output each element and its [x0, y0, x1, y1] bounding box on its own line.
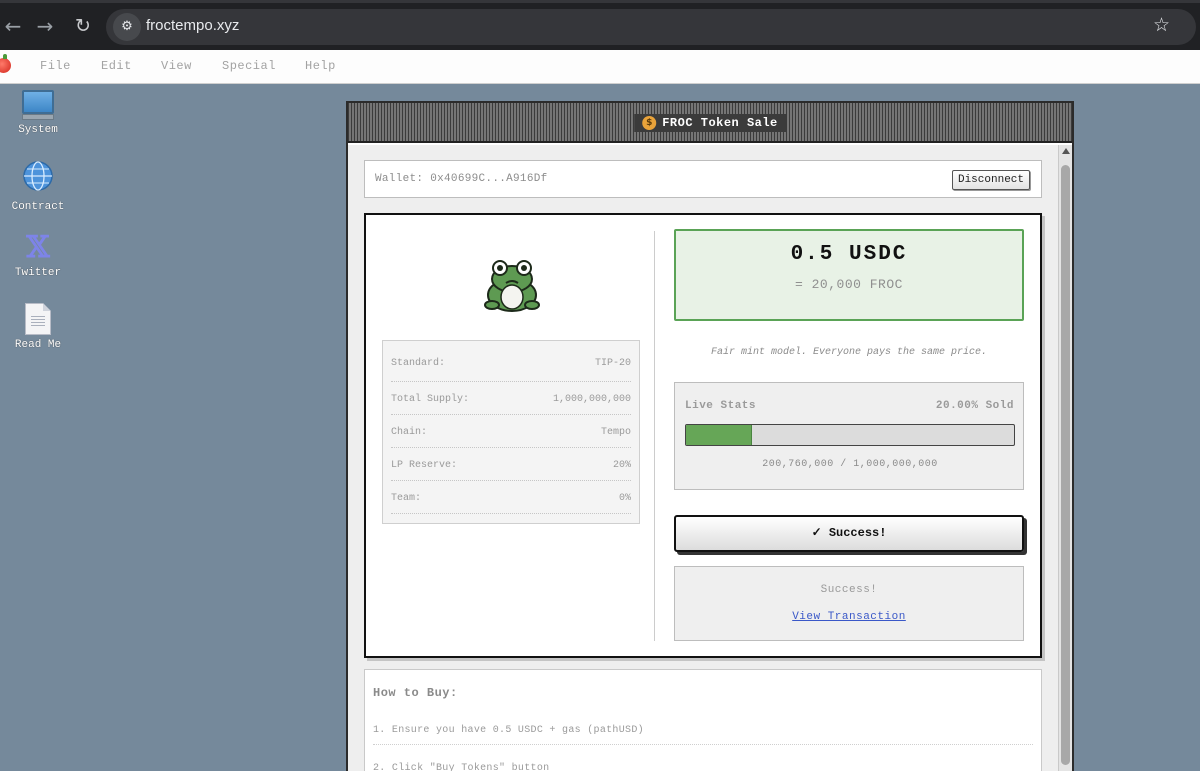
sale-progress-bar	[685, 424, 1015, 446]
spec-value: 20%	[612, 460, 631, 471]
view-transaction-link[interactable]: View Transaction	[792, 611, 906, 623]
browser-toolbar: ← → ↻ ⚙ froctempo.xyz ☆	[0, 0, 1200, 50]
live-stats: Live Stats 20.00% Sold 200,760,000 / 1,0…	[674, 382, 1024, 490]
globe-icon	[23, 161, 53, 191]
window-title: $ FROC Token Sale	[634, 114, 786, 132]
scrollbar-thumb[interactable]	[1061, 165, 1070, 765]
back-arrow-icon[interactable]: ←	[0, 13, 26, 39]
menu-bar: File Edit View Special Help	[0, 50, 1200, 84]
desktop-icon-twitter[interactable]: 𝕏 Twitter	[0, 230, 76, 280]
sold-percentage: 20.00% Sold	[935, 400, 1014, 412]
x-logo-icon: 𝕏	[26, 230, 50, 265]
wallet-bar: Wallet: 0x40699C...A916Df Disconnect	[364, 160, 1042, 198]
bookmark-star-icon[interactable]: ☆	[1153, 14, 1170, 36]
menu-edit[interactable]: Edit	[101, 59, 132, 73]
spec-key: Chain:	[391, 427, 428, 438]
menu-view[interactable]: View	[161, 59, 192, 73]
spec-key: Team:	[391, 493, 422, 504]
money-bag-icon: $	[642, 116, 657, 130]
spec-row: Team: 0%	[391, 481, 631, 514]
how-to-buy-title: How to Buy:	[373, 686, 458, 700]
desktop-icon-label: Contract	[11, 201, 65, 213]
disconnect-button[interactable]: Disconnect	[952, 170, 1030, 190]
frog-mascot-icon	[484, 260, 540, 312]
desktop-icon-label: Twitter	[14, 267, 62, 279]
address-bar[interactable]: ⚙ froctempo.xyz ☆	[106, 9, 1196, 45]
transaction-result: Success! View Transaction	[674, 566, 1024, 641]
buy-success-button[interactable]: ✓ Success!	[674, 515, 1024, 552]
result-message: Success!	[820, 584, 878, 596]
spec-value: 1,000,000,000	[552, 394, 631, 405]
price-conversion: = 20,000 FROC	[795, 277, 903, 292]
price-display: 0.5 USDC = 20,000 FROC	[674, 229, 1024, 321]
how-to-buy-step: 1. Ensure you have 0.5 USDC + gas (pathU…	[373, 725, 1033, 745]
url-text[interactable]: froctempo.xyz	[146, 17, 239, 34]
menu-special[interactable]: Special	[222, 59, 276, 73]
spec-row: Chain: Tempo	[391, 415, 631, 448]
apple-menu-icon[interactable]	[0, 54, 11, 73]
desktop-icon-contract[interactable]: Contract	[0, 160, 76, 213]
wallet-address: Wallet: 0x40699C...A916Df	[375, 173, 548, 185]
spec-key: Standard:	[391, 358, 446, 369]
reload-icon[interactable]: ↻	[70, 13, 96, 39]
panel-divider	[654, 231, 655, 641]
tokens-sold-count: 200,760,000 / 1,000,000,000	[762, 459, 938, 470]
menu-help[interactable]: Help	[305, 59, 336, 73]
monitor-icon	[22, 90, 54, 114]
window-content: Wallet: 0x40699C...A916Df Disconnect Sta…	[348, 145, 1058, 771]
spec-row: LP Reserve: 20%	[391, 448, 631, 481]
spec-row: Standard: TIP-20	[391, 341, 631, 382]
desktop-icon-system[interactable]: System	[0, 90, 76, 136]
desktop-icon-readme[interactable]: Read Me	[0, 303, 76, 351]
price-amount: 0.5 USDC	[790, 243, 908, 266]
spec-value: Tempo	[600, 427, 631, 438]
spec-value: TIP-20	[594, 358, 631, 369]
sale-panel: Standard: TIP-20 Total Supply: 1,000,000…	[364, 213, 1042, 658]
window-title-text: FROC Token Sale	[662, 116, 778, 130]
desktop-icon-label: System	[18, 124, 58, 136]
site-settings-icon[interactable]: ⚙	[113, 13, 141, 41]
forward-arrow-icon[interactable]: →	[32, 13, 58, 39]
spec-key: LP Reserve:	[391, 460, 458, 471]
window-scrollbar[interactable]	[1058, 145, 1072, 771]
spec-value: 0%	[618, 493, 631, 504]
how-to-buy-step: 2. Click "Buy Tokens" button	[373, 763, 550, 771]
spec-row: Total Supply: 1,000,000,000	[391, 382, 631, 415]
sale-progress-fill	[686, 425, 752, 445]
document-icon	[25, 303, 51, 335]
scroll-up-arrow-icon[interactable]	[1062, 148, 1070, 154]
monitor-stand	[22, 114, 54, 120]
token-sale-window: $ FROC Token Sale Wallet: 0x40699C...A91…	[346, 101, 1074, 771]
fair-mint-note: Fair mint model. Everyone pays the same …	[710, 347, 988, 358]
token-specs-table: Standard: TIP-20 Total Supply: 1,000,000…	[382, 340, 640, 524]
window-titlebar[interactable]: $ FROC Token Sale	[348, 103, 1072, 143]
live-stats-title: Live Stats	[685, 400, 757, 412]
how-to-buy-section: How to Buy: 1. Ensure you have 0.5 USDC …	[364, 669, 1042, 771]
spec-key: Total Supply:	[391, 394, 470, 405]
desktop-icon-label: Read Me	[14, 339, 62, 351]
menu-file[interactable]: File	[40, 59, 71, 73]
